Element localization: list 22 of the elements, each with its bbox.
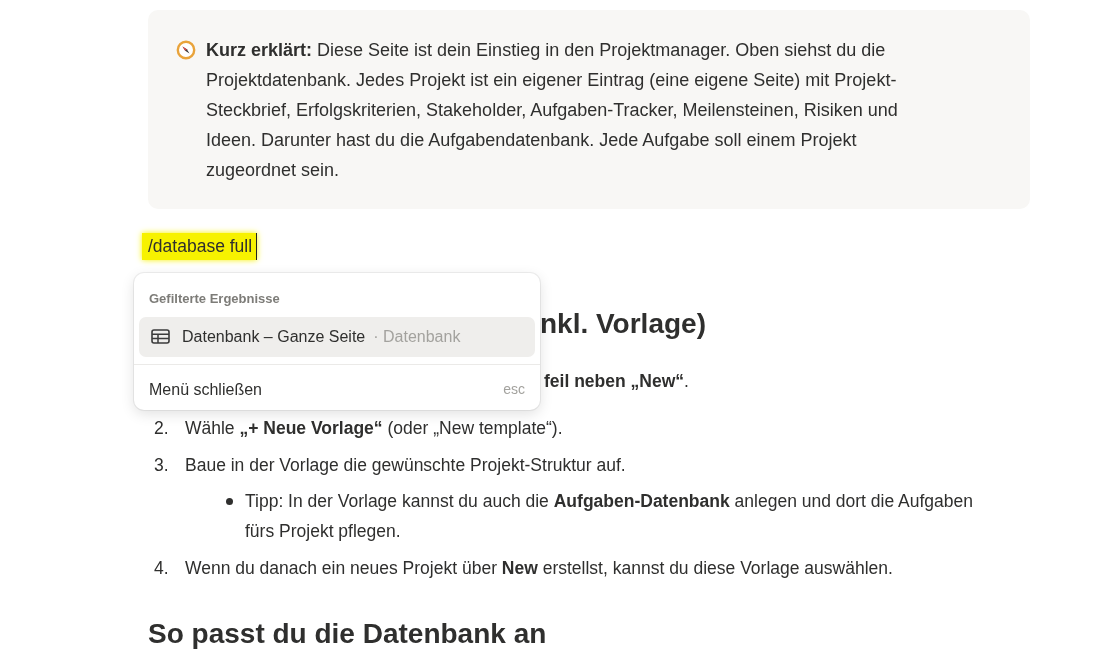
menu-item-label: Datenbank – Ganze Seite: [182, 326, 366, 347]
slash-command-text[interactable]: /database full: [142, 233, 258, 260]
table-icon: [151, 329, 170, 344]
list-item-text: Wähle „+ Neue Vorlage“ (oder „New template“).: [185, 417, 563, 440]
list-number: 2.: [153, 417, 170, 440]
section-label: Gefilterte Ergebnisse: [148, 290, 281, 308]
shortcut-hint: esc: [503, 380, 525, 399]
callout-text: Kurz erklärt: Diese Seite ist dein Einstieg in den Projektmanager. Oben siehst du die Projektdatenbank. Jedes Projekt ist ein eigener Eintrag (eine eigene Seite) mit Projekt-Steckbrief, Erfolgskriterien, Stakeholder, Aufgaben-Tracker, Meilensteinen, Risiken und Ideen. Darunter hast du die Aufgabendatenbank. Jede Aufgabe soll einem Projekt zugeordnet sein.: [206, 39, 899, 182]
list-number: 4.: [153, 557, 170, 580]
list-item-text: Tipp: In der Vorlage kannst du auch die Aufgaben-Datenbank anlegen und dort die Aufgaben fürs Projekt pflegen.: [245, 490, 974, 543]
list-item-text: feil neben „New“.: [544, 370, 689, 393]
section-heading: nkl. Vorlage): [540, 307, 706, 341]
close-menu-item[interactable]: Menü schließen esc: [139, 369, 535, 404]
list-item-text: Baue in der Vorlage die gewünschte Projekt-Struktur auf.: [185, 454, 627, 477]
list-number: 3.: [153, 454, 170, 477]
section-heading: So passt du die Datenbank an: [148, 617, 548, 651]
close-menu-label: Menü schließen: [149, 379, 262, 400]
menu-item[interactable]: Datenbank – Ganze Seite · Datenbank: [139, 316, 535, 357]
menu-item-type: · Datenbank: [373, 326, 461, 347]
compass-icon: [176, 40, 196, 60]
list-item-text: Wenn du danach ein neues Projekt über New erstellst, kannst du diese Vorlage auswählen.: [185, 557, 893, 580]
bullet-icon: [226, 498, 233, 505]
